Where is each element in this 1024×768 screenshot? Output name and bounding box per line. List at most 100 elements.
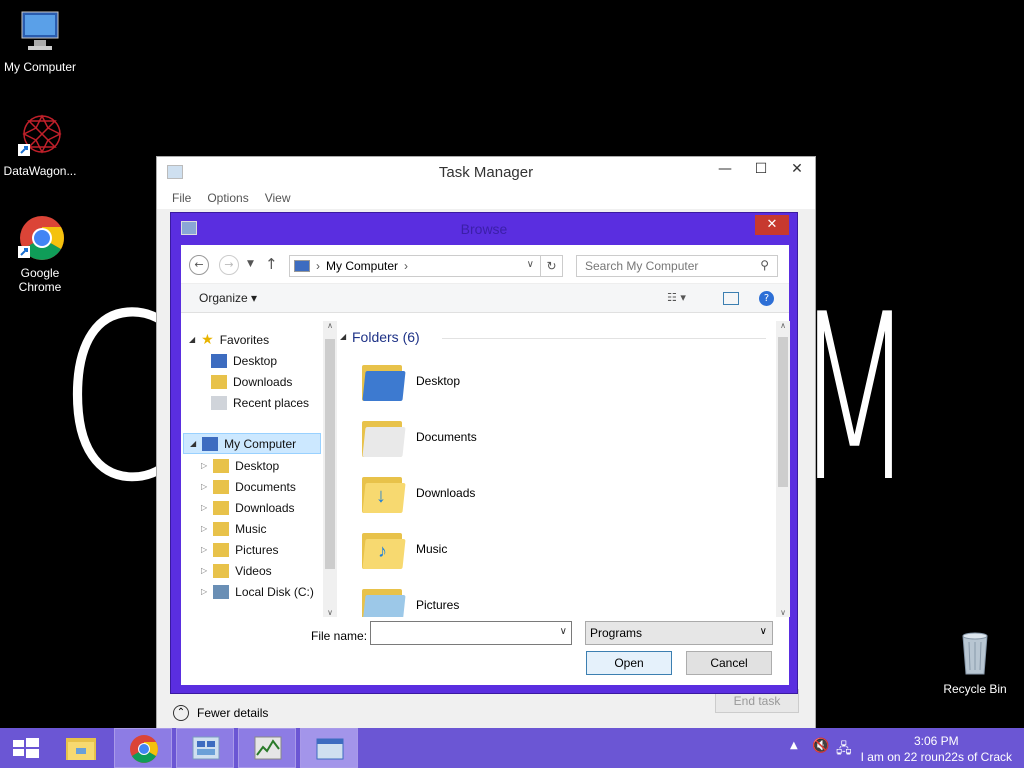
nav-pc-documents[interactable]: ▷ Documents xyxy=(201,476,296,497)
change-view-button[interactable]: ☷ ▾ xyxy=(667,291,697,307)
nav-favorites-downloads[interactable]: Downloads xyxy=(211,371,292,392)
scrollbar-thumb[interactable] xyxy=(778,337,788,487)
desktop-icon-label: My Computer xyxy=(3,60,77,74)
nav-pc-pictures[interactable]: ▷ Pictures xyxy=(201,539,279,560)
taskbar-app-dashboard[interactable] xyxy=(176,728,234,768)
scroll-up-icon[interactable]: ∧ xyxy=(323,321,337,330)
browse-close-button[interactable]: ✕ xyxy=(755,215,789,235)
collapse-arrow-icon: ▷ xyxy=(201,482,208,491)
nav-favorites-desktop[interactable]: Desktop xyxy=(211,350,277,371)
chevron-down-icon[interactable]: ∨ xyxy=(560,626,567,637)
start-button[interactable] xyxy=(0,728,50,768)
help-button[interactable]: ? xyxy=(759,291,774,306)
show-hidden-icons-icon[interactable]: ▲ xyxy=(790,740,798,751)
music-folder-icon: ♪ xyxy=(362,529,406,569)
navigation-scrollbar[interactable]: ∧ ∨ xyxy=(323,321,337,617)
desktop-icon-recycle-bin[interactable]: Recycle Bin xyxy=(935,630,1015,696)
group-collapse-icon[interactable]: ◢ xyxy=(340,332,346,341)
search-input[interactable]: Search My Computer ⚲ xyxy=(576,255,778,277)
task-manager-titlebar[interactable]: Task Manager — ☐ ✕ xyxy=(157,157,815,187)
windows-logo-icon xyxy=(13,738,39,758)
organize-button[interactable]: Organize ▾ xyxy=(199,291,257,305)
taskbar-file-explorer[interactable] xyxy=(52,728,110,768)
folder-item-documents[interactable]: Documents xyxy=(362,413,477,461)
nav-pc-music[interactable]: ▷ Music xyxy=(201,518,267,539)
browse-titlebar[interactable]: Browse ✕ xyxy=(171,213,797,243)
folder-icon xyxy=(213,458,230,473)
up-button[interactable]: ↑ xyxy=(265,255,278,273)
window-icon xyxy=(316,738,344,760)
preview-pane-button[interactable] xyxy=(723,292,739,305)
search-placeholder: Search My Computer xyxy=(585,259,699,273)
collapse-arrow-icon: ▷ xyxy=(201,461,208,470)
nav-my-computer[interactable]: ◢ My Computer xyxy=(183,433,321,454)
desktop-folder-icon xyxy=(211,353,227,368)
folder-name: Pictures xyxy=(416,598,460,612)
nav-recent-places[interactable]: Recent places xyxy=(211,392,309,413)
nav-label: Downloads xyxy=(235,500,295,515)
arrow-left-icon: ← xyxy=(194,258,204,271)
file-name-label: File name: xyxy=(311,629,368,643)
address-bar[interactable]: › My Computer › ∨ ↻ xyxy=(289,255,563,277)
star-icon: ★ xyxy=(201,331,214,347)
speaker-muted-icon[interactable]: 🔇 xyxy=(812,738,829,754)
nav-favorites[interactable]: ◢ ★ Favorites xyxy=(189,329,269,350)
taskbar-clock[interactable]: 3:06 PM I am on 22 roun22s of Crack xyxy=(861,733,1012,765)
open-button[interactable]: Open xyxy=(586,651,672,675)
address-text[interactable]: My Computer xyxy=(326,259,398,273)
menu-view[interactable]: View xyxy=(265,191,291,205)
back-button[interactable]: ← xyxy=(189,255,209,275)
chrome-icon xyxy=(16,214,64,262)
network-icon[interactable]: 🖧 xyxy=(836,738,852,762)
menu-options[interactable]: Options xyxy=(207,191,248,205)
view-options-icon: ☷ ▾ xyxy=(667,291,686,304)
scroll-down-icon[interactable]: ∨ xyxy=(323,608,337,617)
folder-name: Music xyxy=(416,542,448,556)
taskbar: ▲ 🔇 🖧 3:06 PM I am on 22 roun22s of Crac… xyxy=(0,728,1024,768)
scrollbar-thumb[interactable] xyxy=(325,339,335,569)
drive-icon xyxy=(213,584,230,599)
forward-button[interactable]: → xyxy=(219,255,239,275)
folder-item-downloads[interactable]: ↓ Downloads xyxy=(362,469,475,517)
scroll-up-icon[interactable]: ∧ xyxy=(776,321,790,330)
content-scrollbar[interactable]: ∧ ∨ xyxy=(776,321,790,617)
nav-label: My Computer xyxy=(224,436,297,451)
menu-file[interactable]: File xyxy=(172,191,191,205)
recycle-bin-icon xyxy=(951,630,999,678)
breadcrumb-separator-icon: › xyxy=(404,259,409,273)
cancel-button[interactable]: Cancel xyxy=(686,651,772,675)
file-name-input[interactable]: ∨ xyxy=(370,621,572,645)
address-dropdown-icon[interactable]: ∨ xyxy=(527,259,534,270)
recent-locations-button[interactable]: ▼ xyxy=(247,259,254,269)
taskbar-browse-window[interactable] xyxy=(300,728,358,768)
scroll-down-icon[interactable]: ∨ xyxy=(776,608,790,617)
desktop-icon-my-computer[interactable]: My Computer xyxy=(0,8,80,74)
nav-label: Local Disk (C:) xyxy=(235,584,314,599)
desktop-icon-datawagon[interactable]: DataWagon... xyxy=(0,112,80,178)
refresh-icon[interactable]: ↻ xyxy=(540,256,562,276)
minimize-button[interactable]: — xyxy=(707,157,743,181)
group-divider xyxy=(442,338,766,339)
taskbar-task-manager[interactable] xyxy=(238,728,296,768)
folder-icon xyxy=(213,521,230,536)
nav-pc-downloads[interactable]: ▷ Downloads xyxy=(201,497,295,518)
file-type-select[interactable]: Programs ∨ xyxy=(585,621,773,645)
taskbar-chrome[interactable] xyxy=(114,728,172,768)
recent-places-icon xyxy=(211,395,227,410)
folder-item-music[interactable]: ♪ Music xyxy=(362,525,447,573)
nav-pc-videos[interactable]: ▷ Videos xyxy=(201,560,272,581)
nav-pc-local-disk[interactable]: ▷ Local Disk (C:) xyxy=(201,581,314,602)
fewer-details-button[interactable]: ⌃ Fewer details xyxy=(173,705,268,721)
navigation-pane: ◢ ★ Favorites Desktop Downloads Recent p… xyxy=(181,321,335,617)
nav-label: Recent places xyxy=(233,395,310,410)
close-button[interactable]: ✕ xyxy=(779,157,815,181)
nav-pc-desktop[interactable]: ▷ Desktop xyxy=(201,455,279,476)
folder-item-pictures[interactable]: Pictures xyxy=(362,581,459,617)
desktop-icon-google-chrome[interactable]: Google Chrome xyxy=(0,214,80,294)
folder-item-desktop[interactable]: Desktop xyxy=(362,357,460,405)
folders-group-header[interactable]: Folders (6) xyxy=(352,329,420,345)
task-manager-menubar: File Options View xyxy=(157,187,815,209)
maximize-button[interactable]: ☐ xyxy=(743,157,779,181)
task-manager-icon xyxy=(254,736,282,760)
computer-icon xyxy=(16,8,64,56)
